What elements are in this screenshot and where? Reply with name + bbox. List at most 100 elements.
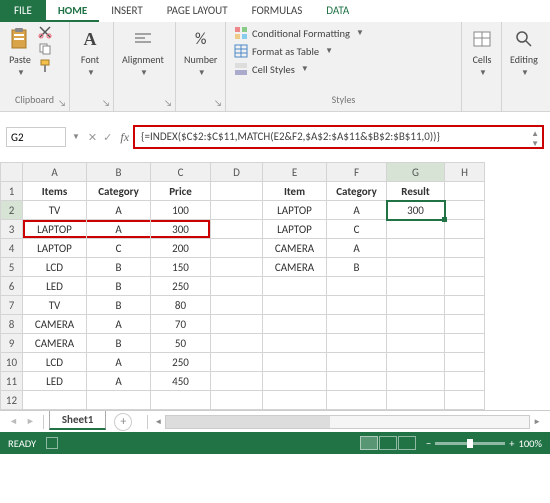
- cell-H10[interactable]: [445, 353, 485, 372]
- cell-E6[interactable]: [263, 277, 327, 296]
- cell-C3[interactable]: 300: [151, 220, 211, 239]
- cell-G1[interactable]: Result: [387, 182, 445, 201]
- tab-home[interactable]: HOME: [46, 0, 99, 22]
- cell-D11[interactable]: [211, 372, 263, 391]
- expand-formula-icon[interactable]: ▲▼: [531, 129, 539, 150]
- cell-B4[interactable]: C: [87, 239, 151, 258]
- cell-C6[interactable]: 250: [151, 277, 211, 296]
- cell-F6[interactable]: [327, 277, 387, 296]
- cell-E1[interactable]: Item: [263, 182, 327, 201]
- row-header-3[interactable]: 3: [1, 220, 23, 239]
- chevron-down-icon[interactable]: ▼: [72, 132, 80, 142]
- view-page-break[interactable]: [398, 436, 416, 450]
- cell-G9[interactable]: [387, 334, 445, 353]
- cell-A2[interactable]: TV: [23, 201, 87, 220]
- dialog-launcher-icon[interactable]: ↘: [102, 98, 110, 109]
- zoom-in-button[interactable]: +: [509, 437, 514, 450]
- tab-insert[interactable]: INSERT: [99, 0, 155, 22]
- cell-G8[interactable]: [387, 315, 445, 334]
- row-header-10[interactable]: 10: [1, 353, 23, 372]
- format-as-table-button[interactable]: Format as Table▼: [232, 43, 366, 59]
- cell-F10[interactable]: [327, 353, 387, 372]
- cell-F11[interactable]: [327, 372, 387, 391]
- col-header-A[interactable]: A: [23, 163, 87, 182]
- tab-formulas[interactable]: FORMULAS: [240, 0, 315, 22]
- cell-B11[interactable]: A: [87, 372, 151, 391]
- cell-F1[interactable]: Category: [327, 182, 387, 201]
- zoom-out-button[interactable]: −: [426, 437, 431, 450]
- new-sheet-button[interactable]: +: [114, 413, 132, 431]
- cell-G12[interactable]: [387, 391, 445, 410]
- horizontal-scrollbar[interactable]: ◄ ►: [144, 415, 544, 429]
- fx-icon[interactable]: fx: [120, 130, 129, 145]
- cell-B5[interactable]: B: [87, 258, 151, 277]
- file-tab[interactable]: FILE: [0, 0, 46, 22]
- cell-H4[interactable]: [445, 239, 485, 258]
- cell-D7[interactable]: [211, 296, 263, 315]
- row-header-12[interactable]: 12: [1, 391, 23, 410]
- cell-F7[interactable]: [327, 296, 387, 315]
- cell-C8[interactable]: 70: [151, 315, 211, 334]
- cell-D4[interactable]: [211, 239, 263, 258]
- cell-C5[interactable]: 150: [151, 258, 211, 277]
- scroll-thumb[interactable]: [166, 416, 329, 428]
- macro-record-icon[interactable]: [46, 437, 58, 449]
- format-painter-icon[interactable]: [38, 59, 52, 73]
- cell-E12[interactable]: [263, 391, 327, 410]
- formula-input[interactable]: {=INDEX($C$2:$C$11,MATCH(E2&F2,$A$2:$A$1…: [133, 125, 544, 149]
- cell-H2[interactable]: [445, 201, 485, 220]
- cells-button[interactable]: Cells▼: [468, 25, 496, 80]
- cell-G6[interactable]: [387, 277, 445, 296]
- col-header-B[interactable]: B: [87, 163, 151, 182]
- col-header-E[interactable]: E: [263, 163, 327, 182]
- cell-C12[interactable]: [151, 391, 211, 410]
- tab-data[interactable]: DATA: [314, 0, 361, 22]
- cell-H11[interactable]: [445, 372, 485, 391]
- editing-button[interactable]: Editing▼: [508, 25, 540, 80]
- cell-E3[interactable]: LAPTOP: [263, 220, 327, 239]
- cell-F4[interactable]: A: [327, 239, 387, 258]
- cell-G4[interactable]: [387, 239, 445, 258]
- zoom-level[interactable]: 100%: [519, 437, 542, 450]
- cell-D5[interactable]: [211, 258, 263, 277]
- cell-G2[interactable]: 300: [387, 201, 445, 220]
- view-page-layout[interactable]: [379, 436, 397, 450]
- cell-C10[interactable]: 250: [151, 353, 211, 372]
- row-header-8[interactable]: 8: [1, 315, 23, 334]
- view-normal[interactable]: [360, 436, 378, 450]
- cell-C4[interactable]: 200: [151, 239, 211, 258]
- tab-page-layout[interactable]: PAGE LAYOUT: [155, 0, 240, 22]
- row-header-4[interactable]: 4: [1, 239, 23, 258]
- row-header-11[interactable]: 11: [1, 372, 23, 391]
- cell-H1[interactable]: [445, 182, 485, 201]
- worksheet[interactable]: ABCDEFGH1ItemsCategoryPriceItemCategoryR…: [0, 162, 550, 410]
- row-header-5[interactable]: 5: [1, 258, 23, 277]
- cell-D10[interactable]: [211, 353, 263, 372]
- cell-F2[interactable]: A: [327, 201, 387, 220]
- row-header-7[interactable]: 7: [1, 296, 23, 315]
- cell-D12[interactable]: [211, 391, 263, 410]
- cell-E4[interactable]: CAMERA: [263, 239, 327, 258]
- cell-E11[interactable]: [263, 372, 327, 391]
- cell-F9[interactable]: [327, 334, 387, 353]
- cell-A5[interactable]: LCD: [23, 258, 87, 277]
- cell-G3[interactable]: [387, 220, 445, 239]
- cut-icon[interactable]: [38, 25, 52, 39]
- cell-E8[interactable]: [263, 315, 327, 334]
- copy-icon[interactable]: [38, 42, 52, 56]
- row-header-2[interactable]: 2: [1, 201, 23, 220]
- cell-C7[interactable]: 80: [151, 296, 211, 315]
- cell-A9[interactable]: CAMERA: [23, 334, 87, 353]
- cell-B2[interactable]: A: [87, 201, 151, 220]
- cell-A10[interactable]: LCD: [23, 353, 87, 372]
- cell-H8[interactable]: [445, 315, 485, 334]
- cell-G11[interactable]: [387, 372, 445, 391]
- cell-F12[interactable]: [327, 391, 387, 410]
- row-header-9[interactable]: 9: [1, 334, 23, 353]
- cell-E5[interactable]: CAMERA: [263, 258, 327, 277]
- cell-C2[interactable]: 100: [151, 201, 211, 220]
- col-header-C[interactable]: C: [151, 163, 211, 182]
- cell-H12[interactable]: [445, 391, 485, 410]
- name-box[interactable]: [6, 127, 66, 147]
- cell-G10[interactable]: [387, 353, 445, 372]
